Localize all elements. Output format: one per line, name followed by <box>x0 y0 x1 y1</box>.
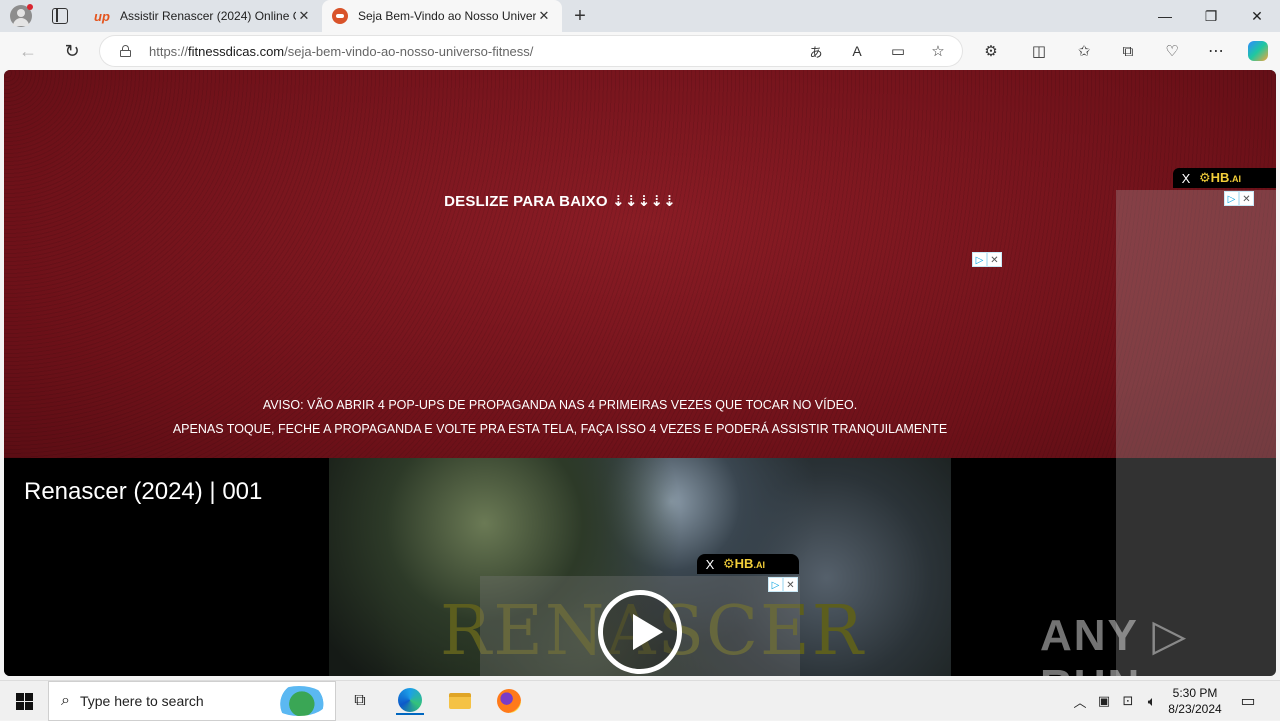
windows-start-icon[interactable] <box>10 687 38 715</box>
favorites-icon[interactable]: ✩ <box>1072 39 1096 63</box>
search-placeholder: Type here to search <box>79 693 204 709</box>
hb-ai-logo: ⚙HB.AI <box>723 556 765 571</box>
copilot-icon[interactable] <box>1246 39 1270 63</box>
extensions-icon[interactable]: ⚙ <box>979 39 1003 63</box>
play-button[interactable] <box>598 590 682 674</box>
immersive-reader-icon[interactable]: ▭ <box>886 39 910 63</box>
side-ad-panel[interactable] <box>1116 190 1276 676</box>
tab-actions-icon[interactable] <box>52 8 68 24</box>
tab-title: Assistir Renascer (2024) Online Gr <box>120 9 296 23</box>
ad-info-icon[interactable]: ▷ <box>972 252 987 267</box>
close-ad-icon[interactable]: X <box>1173 171 1199 186</box>
notifications-icon[interactable]: ▭ <box>1234 687 1262 715</box>
fitness-site-icon <box>332 8 348 24</box>
close-tab-icon[interactable]: ✕ <box>536 8 552 24</box>
popup-warning-text: AVISO: VÃO ABRIR 4 POP-UPS DE PROPAGANDA… <box>262 398 858 412</box>
restore-button[interactable]: ❐ <box>1188 0 1234 32</box>
collections-icon[interactable]: ⧉ <box>1116 39 1140 63</box>
clock-time: 5:30 PM <box>1172 686 1218 700</box>
ad-choices-badge[interactable]: ▷ ✕ <box>768 577 798 592</box>
tab-fitness[interactable]: Seja Bem-Vindo ao Nosso Univer ✕ <box>322 0 562 32</box>
close-window-button[interactable]: ✕ <box>1234 0 1280 32</box>
windows-taskbar: ⌕ Type here to search ⧉ ︿ ▣ ⊡ 🔈︎ 5:30 PM… <box>0 680 1280 721</box>
side-ad-header: X ⚙HB.AI <box>1173 168 1276 188</box>
taskbar-search-box[interactable]: ⌕ Type here to search <box>48 681 336 721</box>
overlay-ad-header: X ⚙HB.AI <box>697 554 799 574</box>
browser-toolbar: ← ↻ https://fitnessdicas.com/seja-bem-vi… <box>0 32 1280 70</box>
up-logo-icon: up <box>94 8 110 24</box>
video-title: Renascer (2024) | 001 <box>24 478 263 505</box>
profile-avatar-icon[interactable] <box>10 4 33 27</box>
popup-instructions-text: APENAS TOQUE, FECHE A PROPAGANDA E VOLTE… <box>172 422 948 436</box>
split-screen-icon[interactable]: ◫ <box>1027 39 1051 63</box>
task-view-icon[interactable]: ⧉ <box>346 687 374 715</box>
edge-taskbar-icon[interactable] <box>396 687 424 715</box>
ad-info-icon[interactable]: ▷ <box>1224 191 1239 206</box>
browser-essentials-icon[interactable]: ♡ <box>1160 39 1184 63</box>
tab-renascer[interactable]: up Assistir Renascer (2024) Online Gr ✕ <box>84 0 322 32</box>
settings-more-icon[interactable]: ⋯ <box>1204 39 1228 63</box>
ad-close-icon[interactable]: ✕ <box>987 252 1002 267</box>
ad-close-icon[interactable]: ✕ <box>1239 191 1254 206</box>
web-content: DESLIZE PARA BAIXO ⇣⇣⇣⇣⇣ ▷ ✕ AVISO: VÃO A… <box>4 70 1276 676</box>
ad-close-icon[interactable]: ✕ <box>783 577 798 592</box>
url-text[interactable]: https://fitnessdicas.com/seja-bem-vindo-… <box>149 44 533 59</box>
video-player[interactable]: Renascer (2024) | 001 RENASCER X ⚙HB.AI … <box>4 458 1116 676</box>
hb-ai-logo: ⚙HB.AI <box>1199 170 1241 185</box>
ad-choices-badge[interactable]: ▷ ✕ <box>1224 191 1254 206</box>
minimize-button[interactable]: — <box>1142 0 1188 32</box>
system-clock[interactable]: 5:30 PM 8/23/2024 <box>1164 685 1226 717</box>
clock-date: 8/23/2024 <box>1168 702 1222 716</box>
translate-icon[interactable]: あ <box>804 39 828 63</box>
anyrun-watermark: ANY ▷ RUN <box>1040 611 1189 676</box>
favorite-star-icon[interactable]: ☆ <box>926 39 950 63</box>
close-tab-icon[interactable]: ✕ <box>296 8 312 24</box>
address-bar[interactable]: https://fitnessdicas.com/seja-bem-vindo-… <box>100 36 962 66</box>
ad-choices-badge[interactable]: ▷ ✕ <box>972 252 1002 267</box>
new-tab-button[interactable]: + <box>568 4 592 28</box>
search-icon: ⌕ <box>61 692 70 709</box>
tab-strip: up Assistir Renascer (2024) Online Gr ✕ … <box>0 0 1280 32</box>
search-highlight-icon <box>271 686 327 716</box>
refresh-icon[interactable]: ↻ <box>60 39 84 63</box>
volume-icon[interactable]: 🔈︎ <box>1138 687 1166 715</box>
read-aloud-icon[interactable]: A <box>845 39 869 63</box>
hero-section: DESLIZE PARA BAIXO ⇣⇣⇣⇣⇣ ▷ ✕ AVISO: VÃO A… <box>4 70 1276 458</box>
tab-title: Seja Bem-Vindo ao Nosso Univer <box>358 9 536 23</box>
back-icon[interactable]: ← <box>16 39 40 63</box>
lock-icon[interactable] <box>120 45 131 57</box>
file-explorer-icon[interactable] <box>446 687 474 715</box>
ad-info-icon[interactable]: ▷ <box>768 577 783 592</box>
swipe-down-label: DESLIZE PARA BAIXO ⇣⇣⇣⇣⇣ <box>444 193 676 210</box>
close-ad-icon[interactable]: X <box>697 557 723 572</box>
firefox-icon[interactable] <box>495 687 523 715</box>
